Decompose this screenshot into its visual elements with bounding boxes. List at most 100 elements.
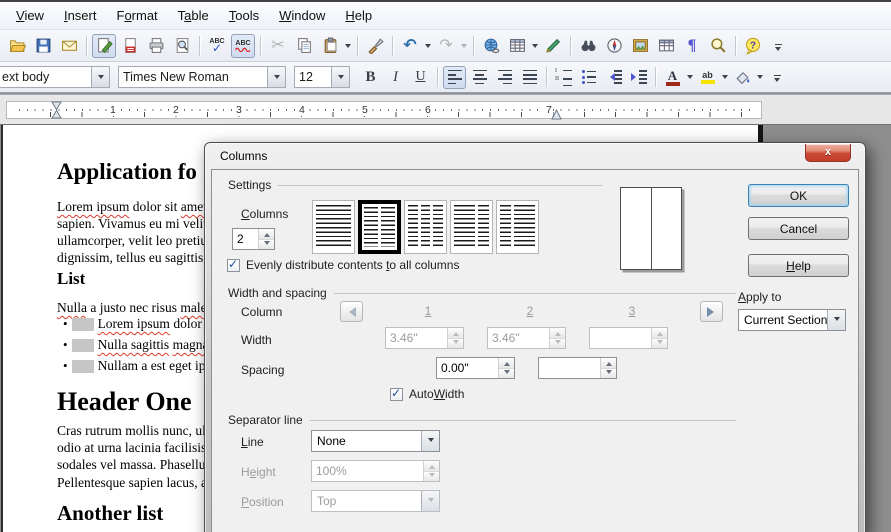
column-number-2: 2 — [517, 304, 543, 318]
ok-button[interactable]: OK — [748, 184, 849, 207]
bullet-list-button[interactable] — [577, 66, 600, 89]
menu-table[interactable]: Table — [168, 4, 219, 27]
spacing-spin-up[interactable] — [499, 358, 514, 368]
column-preset-three-columns[interactable] — [404, 200, 447, 254]
settings-group-label: Settings — [228, 178, 271, 192]
apply-to-dropdown[interactable]: Current Section — [738, 309, 846, 331]
page-preview-icon[interactable] — [170, 34, 194, 58]
help-icon[interactable]: ? — [741, 34, 765, 58]
font-color-button[interactable]: A — [661, 66, 684, 89]
columns-spinner[interactable]: 2 — [232, 228, 275, 250]
italic-button[interactable]: I — [384, 66, 407, 89]
autowidth-checkbox-row[interactable]: ✓ AutoWidth — [390, 387, 464, 401]
show-draw-functions-icon[interactable] — [541, 34, 565, 58]
font-name-combo[interactable]: Times New Roman — [118, 66, 286, 88]
menu-help[interactable]: Help — [335, 4, 382, 27]
autowidth-checkbox[interactable]: ✓ — [390, 388, 403, 401]
spacing-spin-down[interactable] — [499, 368, 514, 379]
font-combo-arrow[interactable] — [267, 67, 285, 87]
decrease-indent-button[interactable] — [602, 66, 625, 89]
export-pdf-icon[interactable] — [118, 34, 142, 58]
separator-group-label: Separator line — [228, 413, 303, 427]
width-spacing-group-label: Width and spacing — [228, 286, 327, 300]
print-icon[interactable] — [144, 34, 168, 58]
email-icon[interactable] — [57, 34, 81, 58]
menu-insert[interactable]: Insert — [54, 4, 107, 27]
insert-table-icon[interactable] — [505, 34, 529, 58]
font-color-dropdown-arrow[interactable] — [685, 65, 695, 89]
apply-to-label: Apply to — [738, 290, 781, 304]
highlighting-dropdown-arrow[interactable] — [720, 65, 730, 89]
underline-button[interactable]: U — [409, 66, 432, 89]
close-button[interactable]: x — [805, 144, 851, 162]
toolbar-separator — [570, 36, 571, 56]
increase-indent-button[interactable] — [627, 66, 650, 89]
clone-formatting-icon[interactable] — [363, 34, 387, 58]
align-right-button[interactable] — [493, 66, 516, 89]
navigator-icon[interactable] — [602, 34, 626, 58]
numbered-list-button[interactable]: III — [552, 66, 575, 89]
menu-format[interactable]: Format — [106, 4, 167, 27]
indent-marker-right[interactable] — [551, 109, 562, 123]
dialog-titlebar[interactable]: Columns x — [205, 143, 865, 169]
gallery-icon[interactable] — [628, 34, 652, 58]
distribute-checkbox[interactable]: ✓ — [227, 259, 240, 272]
insert-table-dropdown-arrow[interactable] — [530, 34, 540, 58]
align-center-button[interactable] — [468, 66, 491, 89]
background-color-dropdown-arrow[interactable] — [755, 65, 765, 89]
bold-button[interactable]: B — [359, 66, 382, 89]
line-label: Line — [241, 435, 264, 449]
hyperlink-icon[interactable] — [479, 34, 503, 58]
font-size-combo[interactable]: 12 — [294, 66, 350, 88]
column-preset-two-columns[interactable] — [358, 200, 401, 254]
menu-view[interactable]: View — [6, 4, 54, 27]
ruler-number: 1 — [109, 104, 117, 116]
highlighting-button[interactable]: ab — [696, 66, 719, 89]
open-icon[interactable] — [5, 34, 29, 58]
background-color-button[interactable] — [731, 66, 754, 89]
paste-dropdown-arrow[interactable] — [343, 34, 353, 58]
save-icon[interactable] — [31, 34, 55, 58]
toolbar-overflow-button[interactable] — [772, 34, 784, 58]
column-preset-one-column[interactable] — [312, 200, 355, 254]
undo-dropdown-arrow[interactable] — [423, 34, 433, 58]
indent-marker-left[interactable] — [51, 101, 62, 122]
menu-tools[interactable]: Tools — [219, 4, 269, 27]
toolbar-overflow-button[interactable] — [771, 65, 783, 89]
zoom-icon[interactable] — [706, 34, 730, 58]
toolbar-separator — [655, 67, 656, 87]
ruler-number: 6 — [424, 104, 432, 116]
paste-icon[interactable] — [318, 34, 342, 58]
style-combo-arrow[interactable] — [91, 67, 109, 87]
column-preset-two-columns-left-wide[interactable] — [450, 200, 493, 254]
cancel-button[interactable]: Cancel — [748, 217, 849, 240]
horizontal-ruler[interactable]: 1234567 — [6, 101, 762, 119]
undo-icon[interactable]: ↶ — [398, 34, 422, 58]
justify-button[interactable] — [518, 66, 541, 89]
formatting-marks-icon[interactable]: ¶ — [680, 34, 704, 58]
distribute-checkbox-row[interactable]: ✓ Evenly distribute contents to all colu… — [227, 258, 459, 272]
standard-toolbar: ABC✓ ABC ✂ ↶ ↷ ¶ ? — [0, 30, 891, 62]
paragraph-style-value: ext body — [0, 70, 91, 84]
copy-icon[interactable] — [292, 34, 316, 58]
paragraph-style-combo[interactable]: ext body — [0, 66, 110, 88]
columns-spin-down[interactable] — [259, 239, 274, 250]
column-next-button[interactable] — [700, 301, 723, 322]
data-sources-icon[interactable] — [654, 34, 678, 58]
spacing-spinner-2[interactable] — [538, 357, 617, 379]
size-combo-arrow[interactable] — [331, 67, 349, 87]
column-preset-two-columns-right-wide[interactable] — [496, 200, 539, 254]
help-button[interactable]: Help — [748, 254, 849, 277]
columns-spin-up[interactable] — [259, 229, 274, 239]
find-replace-icon[interactable] — [576, 34, 600, 58]
redo-icon: ↷ — [434, 34, 458, 58]
auto-spellcheck-icon[interactable]: ABC — [231, 34, 255, 58]
spellcheck-icon[interactable]: ABC✓ — [205, 34, 229, 58]
menu-window[interactable]: Window — [269, 4, 335, 27]
apply-to-dropdown-arrow[interactable] — [827, 310, 845, 330]
line-dropdown-arrow[interactable] — [421, 431, 439, 451]
spacing-spinner-1[interactable]: 0.00" — [436, 357, 515, 379]
line-dropdown[interactable]: None — [311, 430, 440, 452]
align-left-button[interactable] — [443, 66, 466, 89]
edit-file-icon[interactable] — [92, 34, 116, 58]
